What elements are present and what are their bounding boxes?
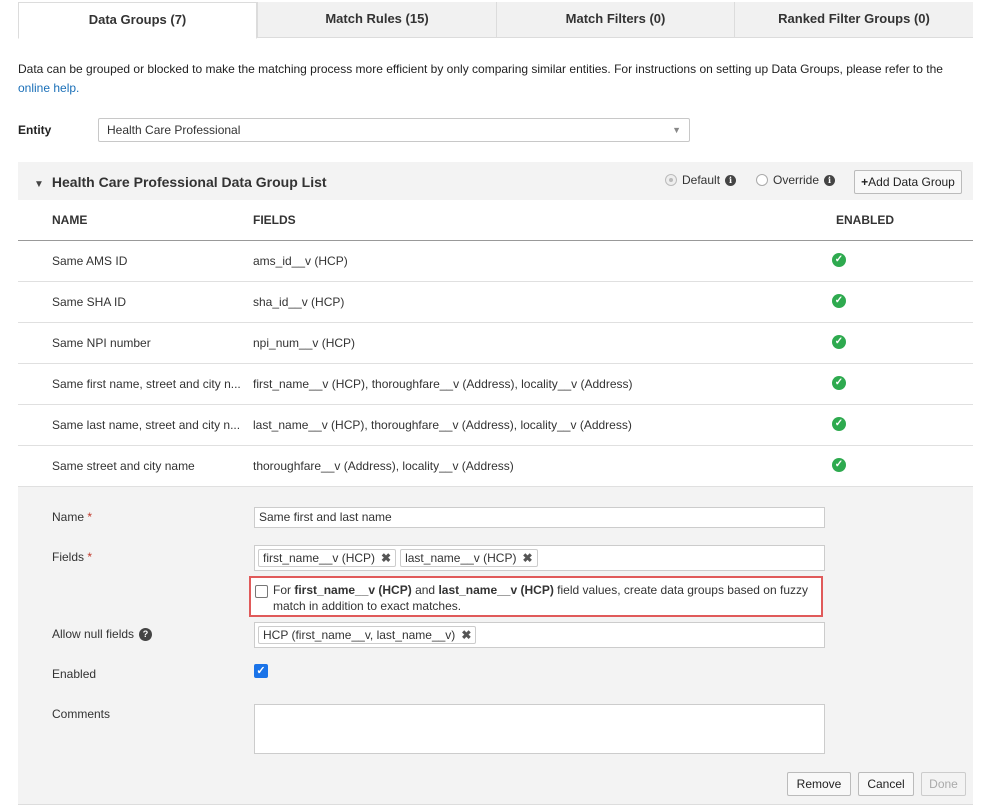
add-data-group-button[interactable]: +Add Data Group: [854, 170, 962, 194]
row-fields: first_name__v (HCP), thoroughfare__v (Ad…: [253, 377, 633, 391]
table-row[interactable]: Same SHA ID sha_id__v (HCP) ✓: [18, 282, 973, 323]
data-group-edit-form: Name * Same first and last name Fields *…: [18, 487, 973, 805]
check-circle-icon: ✓: [832, 253, 846, 267]
done-button[interactable]: Done: [921, 772, 966, 796]
field-tag-label: last_name__v (HCP): [405, 551, 517, 565]
triangle-down-icon[interactable]: ▼: [34, 179, 44, 190]
enabled-label: Enabled: [52, 667, 97, 681]
fields-label: Fields *: [52, 550, 92, 564]
data-group-list-header: ▼ Health Care Professional Data Group Lis…: [18, 162, 973, 200]
tab-match-filters[interactable]: Match Filters (0): [496, 2, 734, 38]
entity-label: Entity: [18, 123, 52, 137]
check-circle-icon: ✓: [832, 294, 846, 308]
panel-title-text: Health Care Professional Data Group List: [51, 174, 327, 190]
close-icon[interactable]: ✖: [381, 550, 391, 566]
row-name: Same street and city name: [52, 459, 195, 473]
radio-default-label: Default: [682, 173, 721, 187]
cancel-button[interactable]: Cancel: [858, 772, 914, 796]
row-name: Same last name, street and city n...: [52, 418, 241, 432]
fields-label-text: Fields: [52, 550, 85, 564]
fuzzy-text-pre: For: [273, 583, 291, 597]
table-row[interactable]: Same first name, street and city n... fi…: [18, 364, 973, 405]
field-tag-label: first_name__v (HCP): [263, 551, 376, 565]
table-row[interactable]: Same AMS ID ams_id__v (HCP) ✓: [18, 241, 973, 282]
intro-text: Data can be grouped or blocked to make t…: [18, 60, 973, 98]
field-tag: first_name__v (HCP) ✖: [258, 549, 397, 567]
column-header-name[interactable]: NAME: [52, 213, 87, 227]
row-fields: sha_id__v (HCP): [253, 295, 345, 309]
table-header: NAME FIELDS ENABLED: [18, 200, 973, 241]
row-fields: ams_id__v (HCP): [253, 254, 348, 268]
row-name: Same first name, street and city n...: [52, 377, 241, 391]
help-icon[interactable]: ?: [139, 628, 153, 642]
required-marker: *: [87, 550, 93, 564]
tab-match-rules[interactable]: Match Rules (15): [257, 2, 496, 38]
add-data-group-label: Add Data Group: [868, 175, 955, 189]
fuzzy-field-1: first_name__v (HCP): [294, 583, 412, 597]
fuzzy-text-mid: and: [415, 583, 436, 597]
table-row[interactable]: Same NPI number npi_num__v (HCP) ✓: [18, 323, 973, 364]
allow-null-tag-input[interactable]: HCP (first_name__v, last_name__v) ✖: [254, 622, 825, 648]
column-header-enabled[interactable]: ENABLED: [836, 213, 894, 227]
name-input[interactable]: Same first and last name: [254, 507, 825, 528]
radio-override-label: Override: [773, 173, 820, 187]
remove-button[interactable]: Remove: [787, 772, 851, 796]
table-row[interactable]: Same street and city name thoroughfare__…: [18, 446, 973, 487]
enabled-checkbox[interactable]: ✓: [254, 664, 268, 678]
check-circle-icon: ✓: [832, 376, 846, 390]
check-circle-icon: ✓: [832, 335, 846, 349]
check-circle-icon: ✓: [832, 458, 846, 472]
tab-ranked-filter-groups[interactable]: Ranked Filter Groups (0): [734, 2, 973, 38]
comments-label: Comments: [52, 707, 111, 721]
fuzzy-match-checkbox[interactable]: [255, 585, 268, 598]
radio-default[interactable]: Default i: [665, 173, 737, 187]
fuzzy-field-2: last_name__v (HCP): [438, 583, 554, 597]
name-label-text: Name: [52, 510, 85, 524]
row-name: Same NPI number: [52, 336, 151, 350]
row-fields: npi_num__v (HCP): [253, 336, 356, 350]
close-icon[interactable]: ✖: [522, 550, 532, 566]
field-tag: last_name__v (HCP) ✖: [400, 549, 538, 567]
panel-title[interactable]: ▼ Health Care Professional Data Group Lis…: [34, 174, 327, 190]
fields-tag-input[interactable]: first_name__v (HCP) ✖ last_name__v (HCP)…: [254, 545, 825, 571]
close-icon[interactable]: ✖: [461, 627, 471, 643]
row-name: Same SHA ID: [52, 295, 127, 309]
chevron-down-icon: ▼: [672, 125, 681, 135]
info-icon[interactable]: i: [824, 174, 836, 186]
required-marker: *: [87, 510, 93, 524]
fuzzy-match-text: For first_name__v (HCP) and last_name__v…: [273, 582, 821, 614]
radio-override[interactable]: Override i: [756, 173, 836, 187]
radio-override-circle[interactable]: [756, 174, 768, 186]
null-field-tag-label: HCP (first_name__v, last_name__v): [263, 628, 456, 642]
row-name: Same AMS ID: [52, 254, 128, 268]
data-group-table: NAME FIELDS ENABLED Same AMS ID ams_id__…: [18, 200, 973, 487]
entity-select-value: Health Care Professional: [107, 123, 241, 137]
check-circle-icon: ✓: [832, 417, 846, 431]
radio-default-circle[interactable]: [665, 174, 677, 186]
column-header-fields[interactable]: FIELDS: [253, 213, 296, 227]
fuzzy-match-option: For first_name__v (HCP) and last_name__v…: [249, 576, 823, 617]
allow-null-label: Allow null fields?: [52, 627, 153, 642]
info-icon[interactable]: i: [725, 174, 737, 186]
allow-null-label-text: Allow null fields: [52, 627, 135, 641]
null-field-tag: HCP (first_name__v, last_name__v) ✖: [258, 626, 477, 644]
entity-select[interactable]: Health Care Professional ▼: [98, 118, 690, 142]
intro-description: Data can be grouped or blocked to make t…: [18, 62, 943, 76]
name-label: Name *: [52, 510, 92, 524]
online-help-link[interactable]: online help.: [18, 81, 79, 95]
table-row[interactable]: Same last name, street and city n... las…: [18, 405, 973, 446]
comments-textarea[interactable]: [254, 704, 825, 754]
row-fields: last_name__v (HCP), thoroughfare__v (Add…: [253, 418, 632, 432]
row-fields: thoroughfare__v (Address), locality__v (…: [253, 459, 514, 473]
tab-data-groups[interactable]: Data Groups (7): [18, 2, 257, 39]
tab-bar: Data Groups (7) Match Rules (15) Match F…: [18, 2, 973, 39]
